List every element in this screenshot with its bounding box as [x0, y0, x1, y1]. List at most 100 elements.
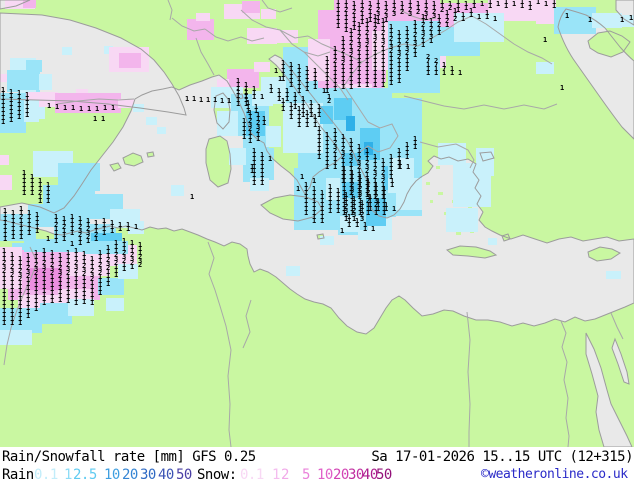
- grid-value-column: 1 1: [469, 7, 474, 19]
- legend-rain-label: Rain: [2, 467, 34, 483]
- grid-value-column: 1 1 1 2 3 2 1 1 1 1 1 1 1 1 1 1 1 1 1: [2, 247, 7, 327]
- legend-value: 1: [64, 467, 72, 483]
- grid-value-column: 1 1 1 1 1 1: [289, 61, 294, 89]
- precip-cell-r1: [171, 185, 184, 196]
- grid-value-column: 1 1 2 1 1: [437, 13, 442, 37]
- precip-cell-r1: [266, 126, 281, 147]
- precip-cell-r1: [0, 330, 32, 345]
- precip-cell-s2: [242, 1, 260, 13]
- grid-value-column: 1: [620, 16, 625, 24]
- grid-value-column: 1 1 1 1 1 1 1: [297, 63, 302, 95]
- grid-value-column: 1 1: [384, 201, 389, 213]
- copyright-link[interactable]: ©weatheronline.co.uk: [481, 467, 628, 482]
- grid-value-column: 1: [260, 93, 265, 101]
- grid-value-column: 1 1 1 2 3 2 1: [130, 239, 135, 271]
- grid-value-column: 1 1: [262, 115, 267, 127]
- legend-value: 2.5: [73, 467, 97, 483]
- grid-value-column: 1: [544, 0, 549, 8]
- precip-cell-s1: [217, 79, 229, 88]
- grid-value-column: 1 1 2 3 2 1 1 1: [248, 109, 253, 145]
- precip-cell-r1: [157, 127, 166, 134]
- precip-cell-r1: [62, 47, 72, 55]
- legend-value: 20: [122, 467, 138, 483]
- grid-value-column: 1: [480, 0, 485, 8]
- grid-value-column: 1: [190, 193, 195, 201]
- grid-value-column: 1: [274, 67, 279, 75]
- grid-value-column: 1 1 1 2 1 3 2 1 1 1 1 1 1 1 1: [349, 27, 354, 91]
- legend-value: 5: [302, 467, 310, 483]
- grid-value-column: 1: [111, 104, 116, 112]
- precip-cell-s1: [0, 175, 12, 190]
- grid-value-column: 1 1 1 1 1: [35, 211, 40, 235]
- grid-value-column: 1 1 1 2 3 2 1 1 1 1 1 1 1 1: [42, 247, 47, 307]
- grid-value-column: 1: [63, 104, 68, 112]
- grid-value-column: 1: [565, 12, 570, 20]
- grid-value-column: 1 1 1 2 3 1 1: [344, 191, 349, 223]
- grid-value-column: 1 1 2 3: [432, 0, 437, 20]
- legend-value: 0.1: [34, 467, 58, 483]
- grid-value-column: 1 1: [269, 83, 274, 95]
- grid-value-column: 1 1 1 1 1: [70, 213, 75, 237]
- grid-value-column: 1 1 1 1 1 1: [305, 65, 310, 93]
- grid-value-column: 1 1 1 1: [244, 81, 249, 101]
- grid-value-column: 1 1: [528, 0, 533, 12]
- grid-value-column: 1 1 1 2 1 3 2 1 1 1 1 1 1 1 1 1: [357, 21, 362, 89]
- grid-value-column: 1 1 1 2 3 2 1 1 1 1 1 1: [365, 147, 370, 199]
- precip-cell-r1: [286, 266, 300, 276]
- legend-value: 30: [140, 467, 156, 483]
- precip-cell-r1: [229, 148, 246, 165]
- grid-value-column: 1 1 1 1 1 1 1: [336, 0, 341, 30]
- precip-cell-r4: [346, 116, 355, 131]
- grid-value-column: 1 1 1: [317, 103, 322, 119]
- grid-value-column: 1 1: [485, 9, 490, 21]
- grid-value-column: 1 1 1: [236, 77, 241, 93]
- grid-value-column: 1 1 1 2 1 1 1 1 1 1 1: [333, 45, 338, 93]
- grid-value-column: 1 1 2 1 3 1: [429, 17, 434, 45]
- grid-value-column: 1 1: [520, 0, 525, 10]
- grid-value-column: 1 1 1 1 1 1 1: [11, 209, 16, 241]
- grid-value-column: 1 1 1 2 1 3 2 1 1 1 1 1 1 1 1: [389, 23, 394, 87]
- grid-value-column: 1: [268, 155, 273, 163]
- grid-value-column: 1 1 1: [110, 219, 115, 235]
- grid-value-column: 1 1 1 2 3 2 1 1 1 1 1 1 1: [50, 249, 55, 305]
- grid-value-column: 1 1: [488, 0, 493, 10]
- grid-value-column: 1 1 1 2 3 2 1 1 1 1: [106, 244, 111, 288]
- map-title: Rain/Snowfall rate [mm] GFS 0.25: [2, 449, 256, 465]
- grid-value-column: 1 1 1 1: [305, 109, 310, 129]
- grid-value-column: 1 1 1 2 3 2 1 1 1 1 1 1 1 1 1 1 1: [18, 255, 23, 327]
- grid-value-column: 1: [95, 105, 100, 113]
- grid-value-column: 1: [493, 15, 498, 23]
- grid-value-column: 1 1 1 2 3 2 1 1 1: [114, 239, 119, 279]
- grid-value-column: 1: [312, 177, 317, 185]
- grid-value-column: 1 7 1: [442, 61, 447, 77]
- grid-value-column: 1: [477, 13, 482, 21]
- grid-value-column: 1 1 1 1 1: [397, 147, 402, 171]
- grid-value-column: 1 1 1 1 1 1 1 1: [320, 189, 325, 225]
- map-datetime: Sa 17-01-2026 15..15 UTC (12+315): [371, 449, 633, 465]
- precip-cell-s1: [247, 28, 277, 44]
- grid-value-column: 1 1 1 2 1 1: [38, 177, 43, 205]
- grid-value-column: 1 1 1 2 3 2 1 1 1 1 1: [98, 249, 103, 297]
- grid-value-column: 1: [300, 173, 305, 181]
- grid-value-column: 1 1 2 3: [392, 0, 397, 18]
- legend-value: 50: [376, 467, 392, 483]
- grid-value-column: 1 1 1 1 1: [46, 181, 51, 205]
- grid-value-column: 1: [134, 223, 139, 231]
- grid-value-column: 1 1 1 1 1 1 1 1: [9, 88, 14, 124]
- grid-value-column: 1 1 1 1 1 1 1 1: [260, 151, 265, 187]
- grid-value-column: 1 1 1 2 1 3 2 1 1 1 1 1 1: [397, 29, 402, 85]
- grid-value-column: 1 1 2 1 1 1 1 1: [344, 0, 349, 34]
- grid-value-column: 1 1 2 1 3 2 1 1: [421, 13, 426, 49]
- grid-value-column: 1 1 1 2 1 3 2 1 1 1 1 1 1 1 1 1 1: [365, 17, 370, 89]
- grid-value-column: 1 1 1 1 1 1 1 1: [317, 125, 322, 161]
- grid-value-column: 1 1 2 3 2 1 1: [78, 215, 83, 247]
- precip-cell-r1: [39, 74, 52, 90]
- grid-value-column: 1 1 1 1 1 1 1 1 1: [325, 55, 330, 95]
- precip-cell-r1: [320, 236, 334, 245]
- grid-value-column: 1: [87, 105, 92, 113]
- grid-value-column: 1 1 1: [252, 85, 257, 101]
- precip-cell-s1: [0, 155, 9, 165]
- grid-value-column: 1 1 1 1: [368, 193, 373, 213]
- grid-value-column: 1 1 1 1: [102, 217, 107, 237]
- precip-cell-r1: [592, 13, 622, 28]
